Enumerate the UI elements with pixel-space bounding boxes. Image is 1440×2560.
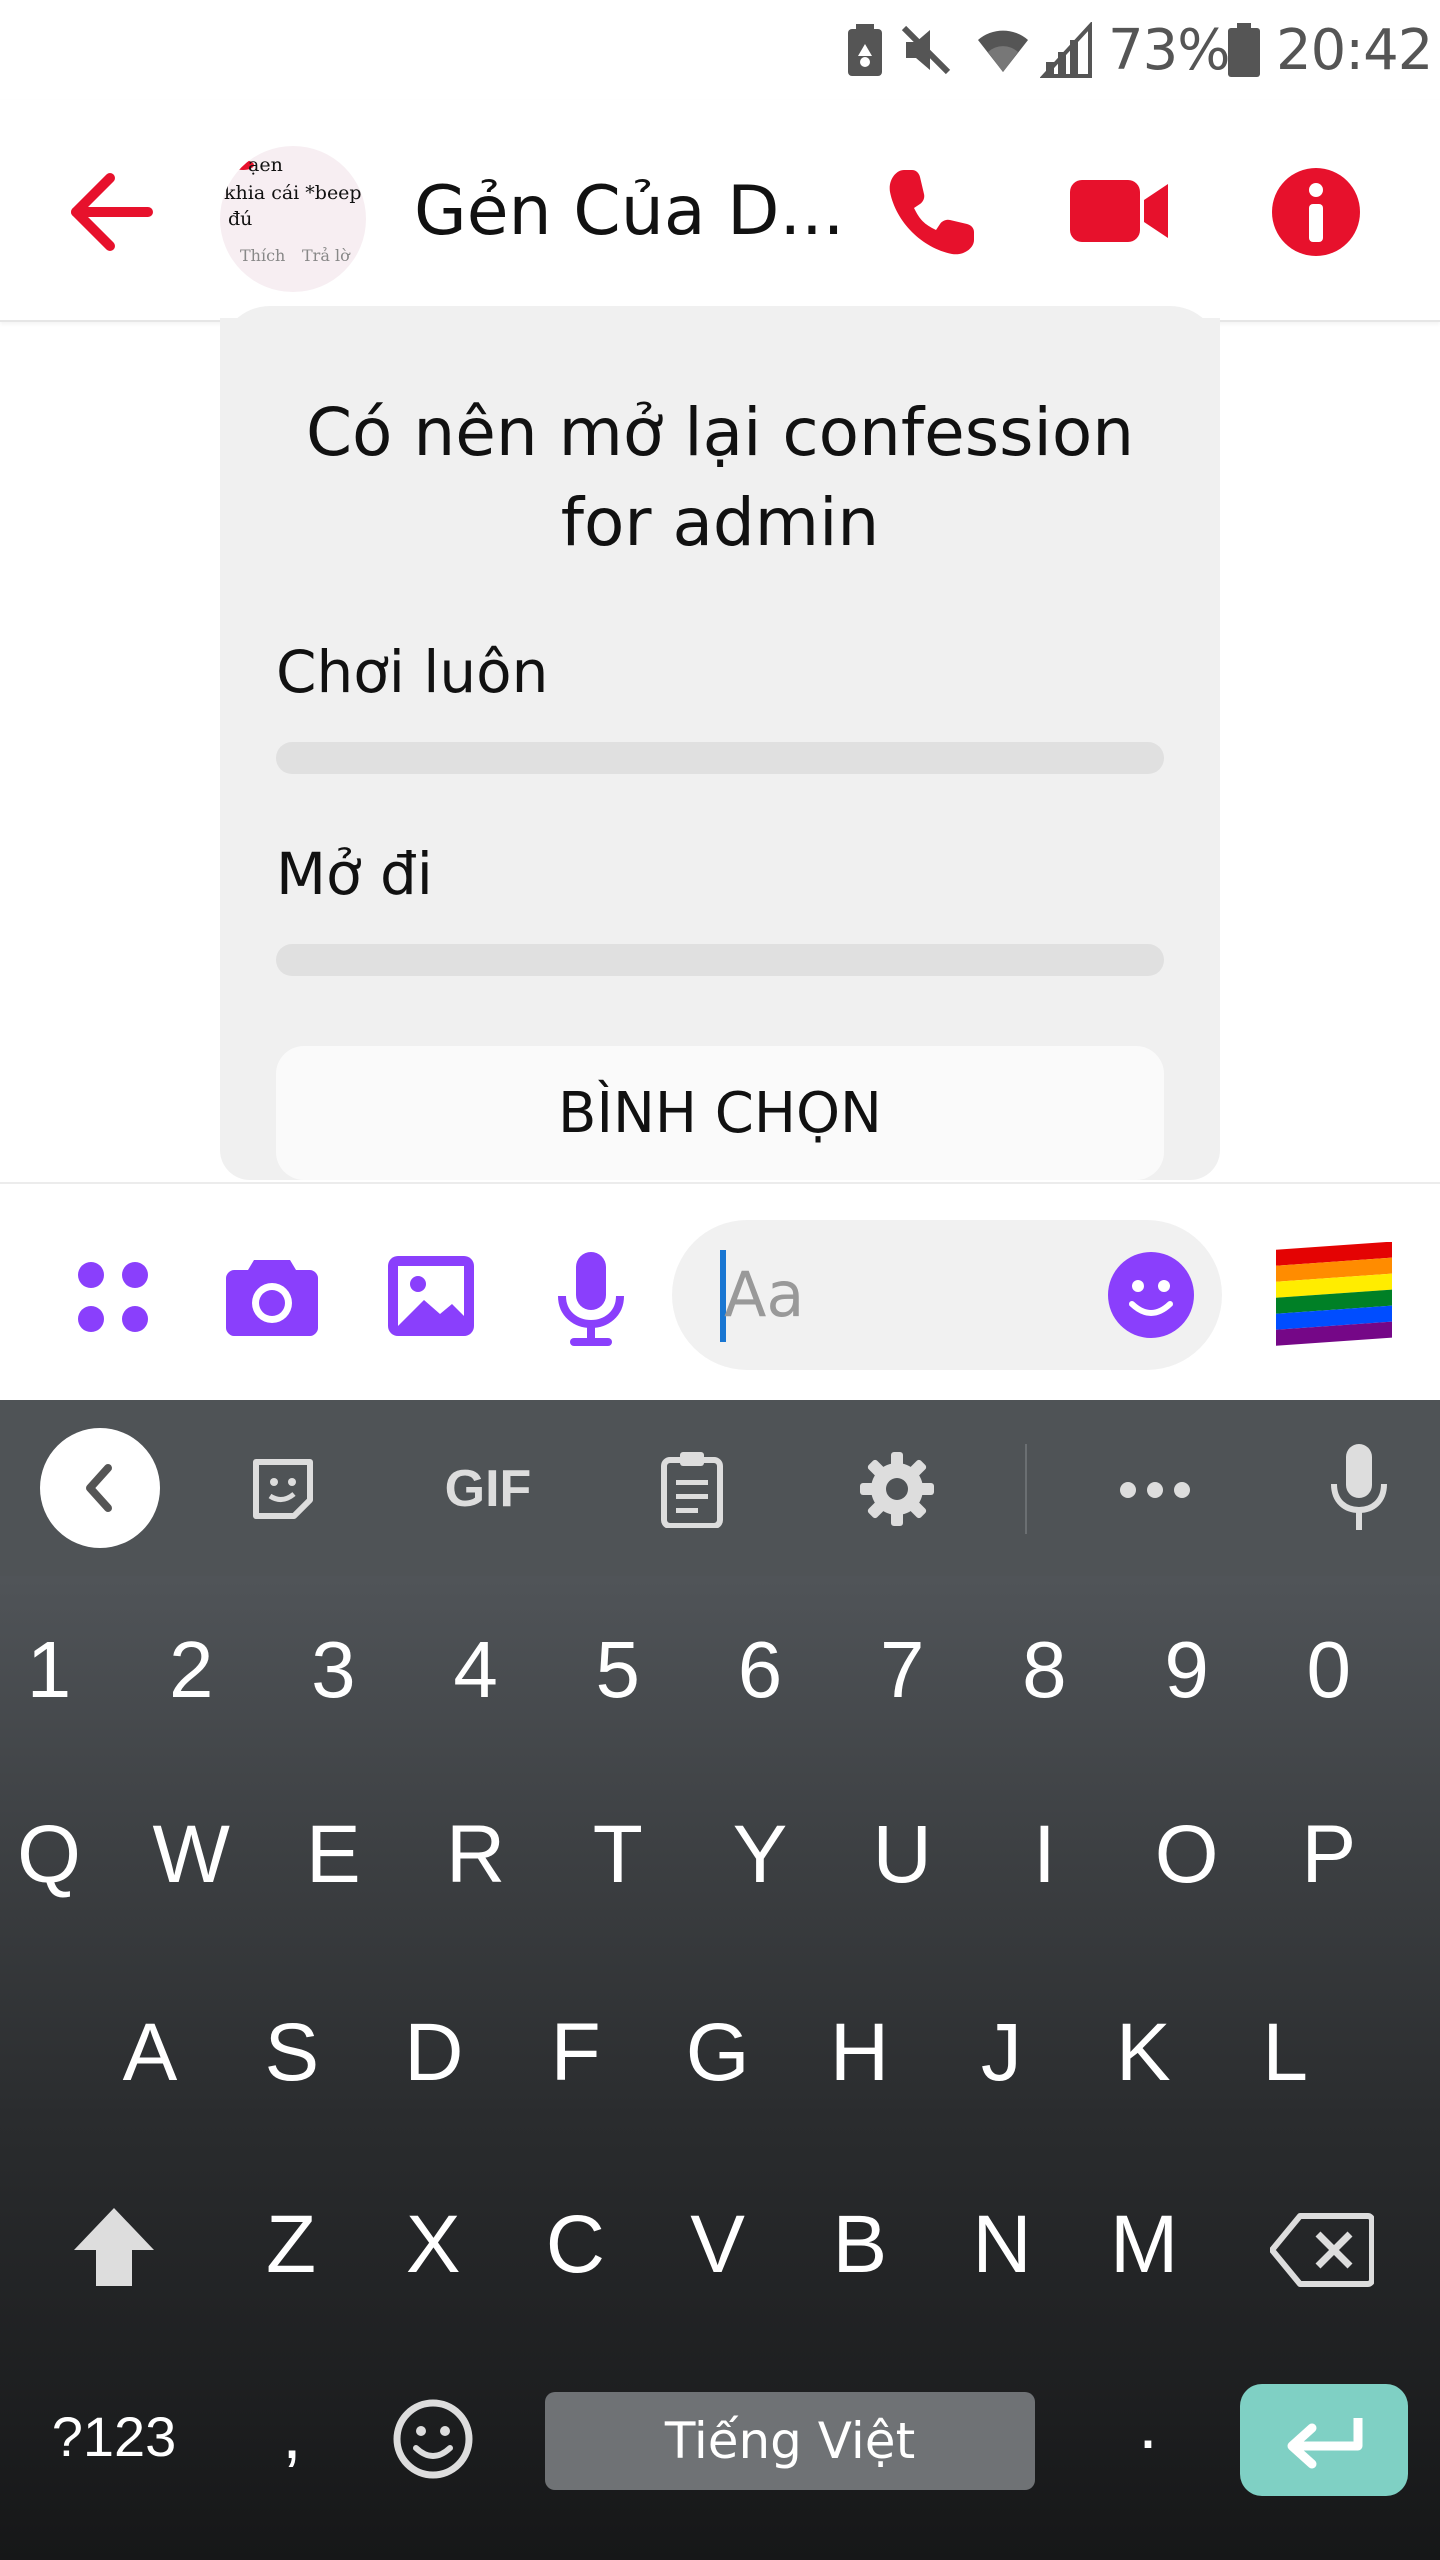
key-f[interactable]: F [506,2006,646,2100]
avatar-text-line: khia cái *beep* [224,182,366,204]
key-d[interactable]: D [364,2006,504,2100]
gif-button[interactable]: GIF [428,1454,548,1524]
key-t[interactable]: T [548,1808,688,1902]
apps-icon[interactable] [76,1260,150,1334]
avatar-text-line: đú [228,208,253,230]
comma-key[interactable]: , [222,2394,362,2474]
key-7[interactable]: 7 [832,1624,972,1716]
poll-option-label[interactable]: Chơi luôn [276,638,548,706]
key-6[interactable]: 6 [690,1624,830,1716]
battery-percent: 73% [1108,17,1230,83]
chat-header: ạen khia cái *beep* đú Thích Trả lờ Gẻn … [0,100,1440,322]
gallery-icon[interactable] [388,1256,474,1336]
key-g[interactable]: G [648,2006,788,2100]
poll-question: Có nên mở lại confession for admin [305,394,1135,561]
wifi-icon [974,14,1032,86]
key-y[interactable]: Y [690,1808,830,1902]
camera-icon[interactable] [226,1254,318,1336]
period-key[interactable]: . [1078,2384,1218,2464]
key-z[interactable]: Z [221,2198,361,2292]
settings-gear-icon[interactable] [860,1452,934,1526]
poll-option-bar[interactable] [276,742,1164,774]
poll-card: Có nên mở lại confession for admin Chơi … [220,306,1220,1180]
voice-input-icon[interactable] [1330,1444,1388,1532]
key-a[interactable]: A [80,2006,220,2100]
video-call-icon[interactable] [1070,176,1170,246]
key-2[interactable]: 2 [121,1624,261,1716]
keyboard: 1234567890 QWERTYUIOP ASDFGHJKL ZXCVBNM … [0,1576,1440,2560]
avatar-text-line: Trả lờ [302,246,350,265]
enter-arrow-icon [1287,2418,1363,2469]
sticker-icon[interactable] [250,1456,316,1522]
phone-call-icon[interactable] [882,162,982,262]
chat-title[interactable]: Gẻn Của D... [414,172,844,251]
key-3[interactable]: 3 [263,1624,403,1716]
key-0[interactable]: 0 [1259,1624,1399,1716]
space-key[interactable]: Tiếng Việt [545,2392,1035,2490]
message-input-placeholder: Aa [724,1258,805,1331]
avatar[interactable]: ạen khia cái *beep* đú Thích Trả lờ [220,146,366,292]
poll-option-label[interactable]: Mở đi [276,840,433,908]
status-bar: 73% 20:42 [0,0,1440,100]
microphone-icon[interactable] [558,1252,624,1346]
rainbow-flag-icon[interactable] [1272,1241,1398,1354]
key-1[interactable]: 1 [0,1624,119,1716]
battery-icon [1228,14,1260,86]
key-q[interactable]: Q [0,1808,119,1902]
key-p[interactable]: P [1259,1808,1399,1902]
key-l[interactable]: L [1215,2006,1355,2100]
key-b[interactable]: B [790,2198,930,2292]
symbols-key[interactable]: ?123 [44,2404,184,2469]
backspace-key[interactable] [1269,2212,1375,2288]
key-c[interactable]: C [505,2198,645,2292]
emoji-key[interactable] [392,2398,474,2480]
keyboard-toolbar: GIF [0,1400,1440,1576]
back-arrow-icon[interactable] [64,164,160,260]
toolbar-separator [1025,1444,1027,1534]
key-w[interactable]: W [121,1808,261,1902]
key-5[interactable]: 5 [548,1624,688,1716]
clipboard-icon[interactable] [660,1450,724,1529]
poll-option-bar[interactable] [276,944,1164,976]
shift-key[interactable] [70,2204,158,2290]
key-8[interactable]: 8 [974,1624,1114,1716]
key-i[interactable]: I [974,1808,1114,1902]
message-composer: Aa [0,1182,1440,1402]
mute-icon [898,14,954,86]
key-x[interactable]: X [363,2198,503,2292]
key-o[interactable]: O [1117,1808,1257,1902]
key-n[interactable]: N [932,2198,1072,2292]
key-m[interactable]: M [1074,2198,1214,2292]
avatar-text-line: Thích [240,246,286,265]
key-k[interactable]: K [1073,2006,1213,2100]
emoji-icon[interactable] [1108,1252,1194,1338]
key-j[interactable]: J [931,2006,1071,2100]
key-v[interactable]: V [648,2198,788,2292]
info-icon[interactable] [1268,164,1364,260]
key-r[interactable]: R [406,1808,546,1902]
key-h[interactable]: H [790,2006,930,2100]
key-e[interactable]: E [263,1808,403,1902]
key-s[interactable]: S [222,2006,362,2100]
avatar-text-line: ạen [248,154,283,176]
key-9[interactable]: 9 [1117,1624,1257,1716]
clock: 20:42 [1276,17,1433,83]
chevron-left-icon [86,1464,112,1512]
battery-saver-icon [848,14,882,86]
enter-key[interactable] [1240,2384,1408,2496]
key-u[interactable]: U [832,1808,972,1902]
more-options-icon[interactable] [1118,1480,1192,1500]
vote-button[interactable]: BÌNH CHỌN [276,1046,1164,1180]
collapse-toolbar-button[interactable] [40,1428,160,1548]
signal-icon [1040,14,1094,86]
message-input[interactable]: Aa [672,1220,1222,1370]
key-4[interactable]: 4 [406,1624,546,1716]
